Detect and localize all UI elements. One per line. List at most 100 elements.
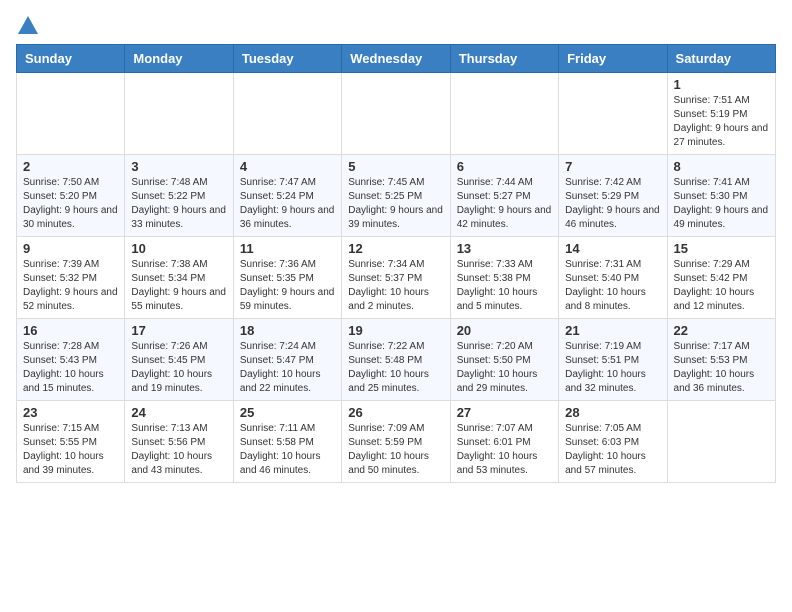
calendar-week-row: 16 Sunrise: 7:28 AM Sunset: 5:43 PM Dayli…: [17, 319, 776, 401]
day-number: 21: [565, 323, 660, 338]
calendar-day-cell: 24 Sunrise: 7:13 AM Sunset: 5:56 PM Dayli…: [125, 401, 233, 483]
calendar-day-cell: 5 Sunrise: 7:45 AM Sunset: 5:25 PM Daylig…: [342, 155, 450, 237]
day-info: Sunrise: 7:15 AM Sunset: 5:55 PM Dayligh…: [23, 423, 104, 476]
day-info: Sunrise: 7:45 AM Sunset: 5:25 PM Dayligh…: [348, 177, 443, 230]
day-number: 26: [348, 405, 443, 420]
calendar-day-cell: 22 Sunrise: 7:17 AM Sunset: 5:53 PM Dayli…: [667, 319, 775, 401]
day-info: Sunrise: 7:11 AM Sunset: 5:58 PM Dayligh…: [240, 423, 321, 476]
logo-triangle-icon: [18, 16, 38, 34]
day-number: 4: [240, 159, 335, 174]
day-number: 16: [23, 323, 118, 338]
day-number: 6: [457, 159, 552, 174]
calendar-day-cell: 26 Sunrise: 7:09 AM Sunset: 5:59 PM Dayli…: [342, 401, 450, 483]
calendar-day-cell: [559, 73, 667, 155]
calendar-day-cell: [17, 73, 125, 155]
day-number: 14: [565, 241, 660, 256]
calendar-day-cell: 11 Sunrise: 7:36 AM Sunset: 5:35 PM Dayli…: [233, 237, 341, 319]
calendar-week-row: 2 Sunrise: 7:50 AM Sunset: 5:20 PM Daylig…: [17, 155, 776, 237]
day-info: Sunrise: 7:09 AM Sunset: 5:59 PM Dayligh…: [348, 423, 429, 476]
weekday-header-cell: Sunday: [17, 45, 125, 73]
day-info: Sunrise: 7:47 AM Sunset: 5:24 PM Dayligh…: [240, 177, 335, 230]
day-info: Sunrise: 7:42 AM Sunset: 5:29 PM Dayligh…: [565, 177, 660, 230]
day-number: 23: [23, 405, 118, 420]
day-number: 18: [240, 323, 335, 338]
calendar-week-row: 23 Sunrise: 7:15 AM Sunset: 5:55 PM Dayli…: [17, 401, 776, 483]
calendar-day-cell: 27 Sunrise: 7:07 AM Sunset: 6:01 PM Dayli…: [450, 401, 558, 483]
day-info: Sunrise: 7:34 AM Sunset: 5:37 PM Dayligh…: [348, 259, 429, 312]
day-number: 27: [457, 405, 552, 420]
day-number: 24: [131, 405, 226, 420]
calendar-week-row: 1 Sunrise: 7:51 AM Sunset: 5:19 PM Daylig…: [17, 73, 776, 155]
day-number: 28: [565, 405, 660, 420]
calendar-day-cell: 18Sunrise: 7:24 AM Sunset: 5:47 PM Dayli…: [233, 319, 341, 401]
day-number: 11: [240, 241, 335, 256]
calendar-day-cell: [450, 73, 558, 155]
calendar-body: 1 Sunrise: 7:51 AM Sunset: 5:19 PM Daylig…: [17, 73, 776, 483]
day-info: Sunrise: 7:39 AM Sunset: 5:32 PM Dayligh…: [23, 259, 118, 312]
day-info: Sunrise: 7:33 AM Sunset: 5:38 PM Dayligh…: [457, 259, 538, 312]
weekday-header-cell: Wednesday: [342, 45, 450, 73]
day-info: Sunrise: 7:50 AM Sunset: 5:20 PM Dayligh…: [23, 177, 118, 230]
day-info: Sunrise: 7:41 AM Sunset: 5:30 PM Dayligh…: [674, 177, 769, 230]
day-info: Sunrise: 7:13 AM Sunset: 5:56 PM Dayligh…: [131, 423, 212, 476]
day-info: Sunrise: 7:51 AM Sunset: 5:19 PM Dayligh…: [674, 95, 769, 148]
day-number: 7: [565, 159, 660, 174]
day-number: 15: [674, 241, 769, 256]
day-info: Sunrise: 7:31 AM Sunset: 5:40 PM Dayligh…: [565, 259, 646, 312]
day-info: Sunrise: 7:48 AM Sunset: 5:22 PM Dayligh…: [131, 177, 226, 230]
day-info: Sunrise: 7:22 AM Sunset: 5:48 PM Dayligh…: [348, 341, 429, 394]
weekday-header-cell: Saturday: [667, 45, 775, 73]
day-number: 1: [674, 77, 769, 92]
day-number: 17: [131, 323, 226, 338]
calendar-day-cell: 20Sunrise: 7:20 AM Sunset: 5:50 PM Dayli…: [450, 319, 558, 401]
day-number: 19: [348, 323, 443, 338]
calendar-day-cell: [342, 73, 450, 155]
calendar-day-cell: 14 Sunrise: 7:31 AM Sunset: 5:40 PM Dayli…: [559, 237, 667, 319]
calendar-week-row: 9 Sunrise: 7:39 AM Sunset: 5:32 PM Daylig…: [17, 237, 776, 319]
calendar-table: SundayMondayTuesdayWednesdayThursdayFrid…: [16, 44, 776, 483]
calendar-day-cell: 23 Sunrise: 7:15 AM Sunset: 5:55 PM Dayli…: [17, 401, 125, 483]
calendar-day-cell: 12 Sunrise: 7:34 AM Sunset: 5:37 PM Dayli…: [342, 237, 450, 319]
day-info: Sunrise: 7:07 AM Sunset: 6:01 PM Dayligh…: [457, 423, 538, 476]
calendar-day-cell: 21 Sunrise: 7:19 AM Sunset: 5:51 PM Dayli…: [559, 319, 667, 401]
day-number: 8: [674, 159, 769, 174]
calendar-day-cell: 15 Sunrise: 7:29 AM Sunset: 5:42 PM Dayli…: [667, 237, 775, 319]
day-number: 25: [240, 405, 335, 420]
day-info: Sunrise: 7:44 AM Sunset: 5:27 PM Dayligh…: [457, 177, 552, 230]
day-info: Sunrise: 7:19 AM Sunset: 5:51 PM Dayligh…: [565, 341, 646, 394]
calendar-day-cell: 6 Sunrise: 7:44 AM Sunset: 5:27 PM Daylig…: [450, 155, 558, 237]
calendar-day-cell: 1 Sunrise: 7:51 AM Sunset: 5:19 PM Daylig…: [667, 73, 775, 155]
calendar-day-cell: 17Sunrise: 7:26 AM Sunset: 5:45 PM Dayli…: [125, 319, 233, 401]
calendar-day-cell: 9 Sunrise: 7:39 AM Sunset: 5:32 PM Daylig…: [17, 237, 125, 319]
weekday-header-row: SundayMondayTuesdayWednesdayThursdayFrid…: [17, 45, 776, 73]
day-number: 9: [23, 241, 118, 256]
day-info: Sunrise: 7:29 AM Sunset: 5:42 PM Dayligh…: [674, 259, 755, 312]
calendar-day-cell: 19 Sunrise: 7:22 AM Sunset: 5:48 PM Dayli…: [342, 319, 450, 401]
calendar-day-cell: 13 Sunrise: 7:33 AM Sunset: 5:38 PM Dayli…: [450, 237, 558, 319]
day-number: 20: [457, 323, 552, 338]
day-number: 13: [457, 241, 552, 256]
calendar-day-cell: 3 Sunrise: 7:48 AM Sunset: 5:22 PM Daylig…: [125, 155, 233, 237]
day-info: Sunrise: 7:38 AM Sunset: 5:34 PM Dayligh…: [131, 259, 226, 312]
calendar-day-cell: 16 Sunrise: 7:28 AM Sunset: 5:43 PM Dayli…: [17, 319, 125, 401]
weekday-header-cell: Friday: [559, 45, 667, 73]
calendar-day-cell: [233, 73, 341, 155]
day-info: Sunrise: 7:28 AM Sunset: 5:43 PM Dayligh…: [23, 341, 104, 394]
day-number: 10: [131, 241, 226, 256]
day-info: Sunrise: 7:36 AM Sunset: 5:35 PM Dayligh…: [240, 259, 335, 312]
weekday-header-cell: Thursday: [450, 45, 558, 73]
day-info: Sunrise: 7:17 AM Sunset: 5:53 PM Dayligh…: [674, 341, 755, 394]
day-number: 3: [131, 159, 226, 174]
logo: [16, 16, 38, 36]
day-number: 2: [23, 159, 118, 174]
day-number: 5: [348, 159, 443, 174]
calendar-day-cell: 7 Sunrise: 7:42 AM Sunset: 5:29 PM Daylig…: [559, 155, 667, 237]
page-header: [16, 16, 776, 36]
day-number: 12: [348, 241, 443, 256]
calendar-day-cell: [667, 401, 775, 483]
day-number: 22: [674, 323, 769, 338]
calendar-day-cell: 25 Sunrise: 7:11 AM Sunset: 5:58 PM Dayli…: [233, 401, 341, 483]
calendar-day-cell: 2 Sunrise: 7:50 AM Sunset: 5:20 PM Daylig…: [17, 155, 125, 237]
day-info: Sunrise: 7:05 AM Sunset: 6:03 PM Dayligh…: [565, 423, 646, 476]
calendar-day-cell: 10 Sunrise: 7:38 AM Sunset: 5:34 PM Dayli…: [125, 237, 233, 319]
